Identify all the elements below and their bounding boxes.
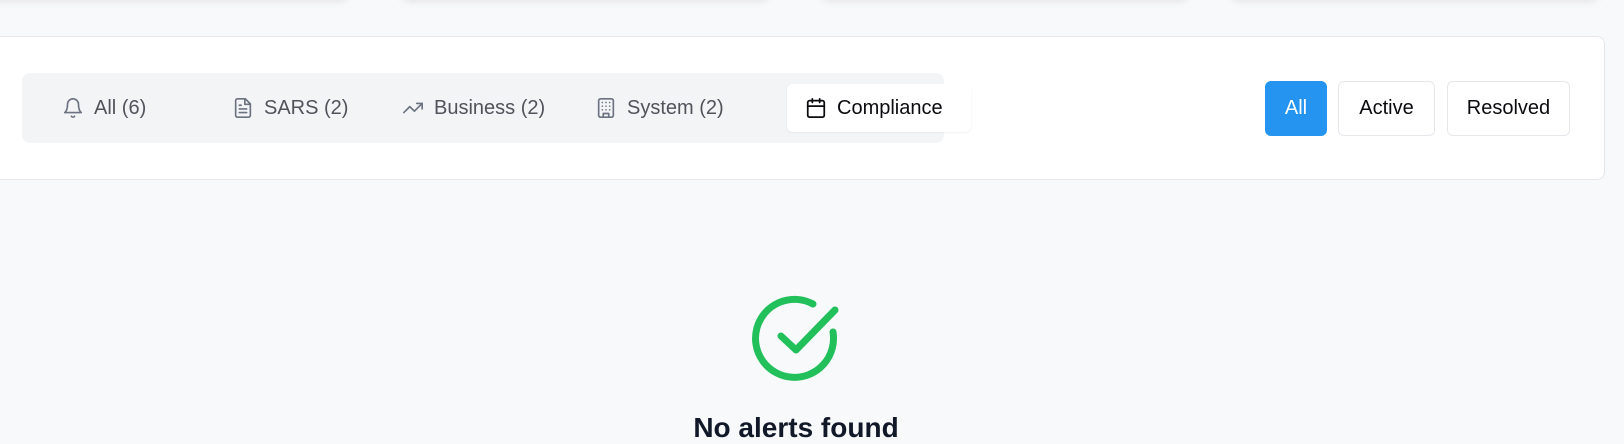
tab-all[interactable]: All (6)	[62, 84, 187, 132]
file-text-icon	[234, 98, 252, 118]
tab-label: Compliance	[837, 96, 943, 119]
trending-up-icon	[403, 102, 423, 114]
tab-system[interactable]: System (2)	[595, 84, 745, 132]
building-icon	[597, 98, 615, 118]
tab-label: All (6)	[94, 96, 147, 119]
filter-resolved-button[interactable]: Resolved	[1447, 81, 1570, 136]
tab-business[interactable]: Business (2)	[402, 84, 577, 132]
tab-label: SARS (2)	[264, 96, 349, 119]
filter-active-button[interactable]: Active	[1338, 81, 1435, 136]
tab-label: Business (2)	[434, 96, 546, 119]
bell-icon	[63, 98, 83, 118]
filter-all-button[interactable]: All	[1265, 81, 1327, 136]
calendar-icon	[806, 97, 826, 119]
check-circle-icon	[752, 295, 839, 381]
category-tabs: All (6) SARS (2) Business (2) System (2)…	[22, 73, 971, 143]
tab-label: System (2)	[627, 96, 724, 119]
empty-state-title: No alerts found	[693, 412, 899, 443]
tab-sars[interactable]: SARS (2)	[232, 84, 372, 132]
tab-compliance[interactable]: Compliance	[787, 84, 971, 132]
